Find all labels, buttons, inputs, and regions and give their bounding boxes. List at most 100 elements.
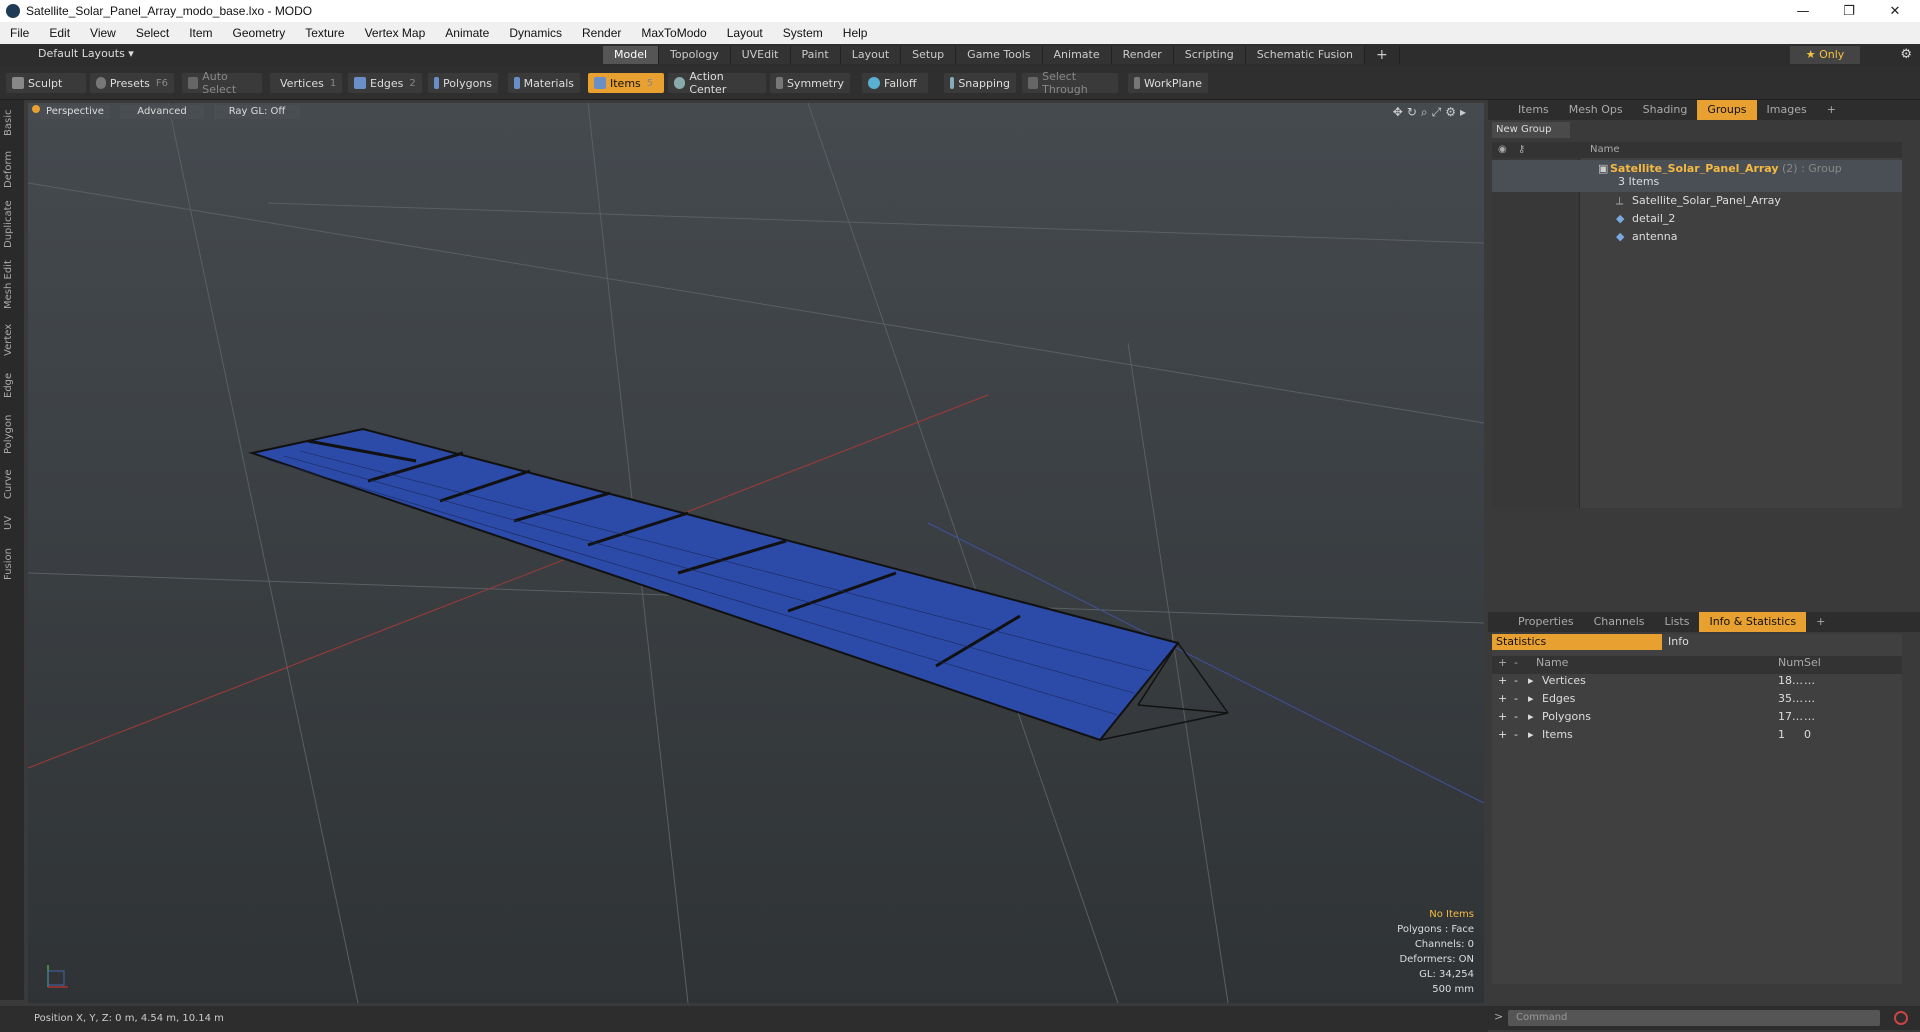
solar-panel-array[interactable]	[248, 427, 1229, 742]
add-tab-icon[interactable]: +	[1365, 46, 1400, 64]
menu-layout[interactable]: Layout	[717, 26, 773, 40]
select-through-button[interactable]: Select Through	[1022, 70, 1118, 96]
gear-icon[interactable]: ⚙	[1900, 47, 1912, 62]
tab-items[interactable]: Items	[1508, 100, 1559, 120]
stats-row[interactable]: + - ▸ Vertices 18… …	[1492, 674, 1902, 692]
add-icon[interactable]: +	[1498, 710, 1507, 723]
ltab-uv[interactable]: UV	[3, 508, 21, 538]
remove-icon[interactable]: -	[1514, 728, 1518, 741]
tab-schematic-fusion[interactable]: Schematic Fusion	[1245, 46, 1366, 64]
add-tab-icon[interactable]: +	[1817, 100, 1846, 120]
menu-dynamics[interactable]: Dynamics	[499, 26, 572, 40]
snapping-button[interactable]: Snapping	[944, 73, 1016, 93]
ltab-duplicate[interactable]: Duplicate	[3, 196, 21, 252]
ltab-curve[interactable]: Curve	[3, 464, 21, 504]
menu-select[interactable]: Select	[126, 26, 179, 40]
viewport-nav-icons[interactable]: ✥↻⌕⤢⚙▸	[1393, 105, 1470, 120]
tab-shading[interactable]: Shading	[1633, 100, 1698, 120]
record-icon[interactable]	[1894, 1011, 1908, 1025]
falloff-button[interactable]: Falloff	[862, 73, 928, 93]
ltab-fusion[interactable]: Fusion	[3, 542, 21, 586]
expand-arrow-icon[interactable]: ▸	[1528, 710, 1534, 723]
add-tab-icon[interactable]: +	[1806, 612, 1835, 632]
tab-mesh-ops[interactable]: Mesh Ops	[1559, 100, 1633, 120]
tab-render[interactable]: Render	[1111, 46, 1174, 64]
polygons-button[interactable]: Polygons	[428, 73, 498, 93]
menu-item[interactable]: Item	[179, 26, 222, 40]
tab-layout[interactable]: Layout	[840, 46, 902, 64]
menu-texture[interactable]: Texture	[295, 26, 354, 40]
ltab-deform[interactable]: Deform	[3, 146, 21, 192]
only-button[interactable]: ★ Only	[1790, 46, 1860, 64]
symmetry-button[interactable]: Symmetry	[770, 73, 850, 93]
tab-scripting[interactable]: Scripting	[1173, 46, 1246, 64]
expand-arrow-icon[interactable]: ▸	[1528, 692, 1534, 705]
tab-properties[interactable]: Properties	[1508, 612, 1584, 632]
tab-model[interactable]: Model	[603, 46, 660, 64]
tab-statistics[interactable]: Statistics	[1492, 634, 1662, 650]
minimize-icon[interactable]: —	[1780, 0, 1826, 22]
remove-icon[interactable]: -	[1514, 674, 1518, 687]
tab-info-statistics[interactable]: Info & Statistics	[1699, 612, 1807, 632]
menu-help[interactable]: Help	[833, 26, 878, 40]
auto-select-button[interactable]: Auto Select	[182, 70, 262, 96]
menu-vertex-map[interactable]: Vertex Map	[355, 26, 436, 40]
tab-lists[interactable]: Lists	[1655, 612, 1700, 632]
raygl-dropdown[interactable]: Ray GL: Off	[214, 105, 300, 119]
menu-view[interactable]: View	[80, 26, 126, 40]
remove-icon[interactable]: -	[1514, 692, 1518, 705]
presets-button[interactable]: Presets F6	[90, 73, 174, 93]
menu-edit[interactable]: Edit	[39, 26, 80, 40]
expand-arrow-icon[interactable]: ▸	[1528, 674, 1534, 687]
stats-row[interactable]: + - ▸ Edges 35… …	[1492, 692, 1902, 710]
tab-game-tools[interactable]: Game Tools	[956, 46, 1043, 64]
materials-button[interactable]: Materials	[508, 73, 580, 93]
menu-animate[interactable]: Animate	[435, 26, 499, 40]
menu-geometry[interactable]: Geometry	[223, 26, 296, 40]
items-button[interactable]: Items 5	[588, 73, 664, 93]
tab-images[interactable]: Images	[1757, 100, 1817, 120]
close-icon[interactable]: ✕	[1872, 0, 1918, 22]
vertices-button[interactable]: Vertices 1	[270, 73, 342, 93]
command-input[interactable]: Command	[1508, 1010, 1880, 1026]
tab-info[interactable]: Info	[1664, 634, 1902, 650]
tab-uvedit[interactable]: UVEdit	[730, 46, 791, 64]
new-group-button[interactable]: New Group	[1492, 122, 1570, 138]
perspective-dropdown[interactable]: Perspective	[40, 105, 110, 119]
tab-animate[interactable]: Animate	[1042, 46, 1112, 64]
tab-setup[interactable]: Setup	[901, 46, 957, 64]
add-icon[interactable]: +	[1498, 674, 1507, 687]
add-icon[interactable]: +	[1498, 692, 1507, 705]
group-child-row[interactable]: ⟂ Satellite_Solar_Panel_Array	[1492, 192, 1902, 210]
collapse-all-icon[interactable]: -	[1514, 656, 1518, 669]
stats-row[interactable]: + - ▸ Items 1 0	[1492, 728, 1902, 746]
viewport-menu-icon[interactable]	[32, 105, 40, 113]
expand-arrow-icon[interactable]: ▸	[1528, 728, 1534, 741]
expand-all-icon[interactable]: +	[1498, 656, 1507, 669]
ltab-basic[interactable]: Basic	[3, 104, 21, 142]
sculpt-button[interactable]: Sculpt	[6, 73, 86, 93]
layout-selector[interactable]: Default Layouts ▾	[38, 47, 134, 60]
tab-paint[interactable]: Paint	[790, 46, 841, 64]
action-center-button[interactable]: Action Center	[668, 70, 766, 96]
advanced-dropdown[interactable]: Advanced	[120, 105, 204, 119]
tab-topology[interactable]: Topology	[659, 46, 731, 64]
workplane-button[interactable]: WorkPlane	[1128, 73, 1208, 93]
stats-row[interactable]: + - ▸ Polygons 17… …	[1492, 710, 1902, 728]
restore-icon[interactable]: ❐	[1826, 0, 1872, 22]
ltab-vertex[interactable]: Vertex	[3, 318, 21, 362]
group-child-row[interactable]: ◆ antenna	[1492, 228, 1902, 246]
tab-channels[interactable]: Channels	[1584, 612, 1655, 632]
ltab-mesh-edit[interactable]: Mesh Edit	[3, 256, 21, 314]
group-child-row[interactable]: ◆ detail_2	[1492, 210, 1902, 228]
remove-icon[interactable]: -	[1514, 710, 1518, 723]
menu-render[interactable]: Render	[572, 26, 631, 40]
ltab-edge[interactable]: Edge	[3, 366, 21, 404]
menu-maxtomodo[interactable]: MaxToModo	[631, 26, 716, 40]
menu-system[interactable]: System	[773, 26, 833, 40]
tab-groups[interactable]: Groups	[1697, 100, 1757, 120]
add-icon[interactable]: +	[1498, 728, 1507, 741]
edges-button[interactable]: Edges 2	[348, 73, 422, 93]
menu-file[interactable]: File	[0, 26, 39, 40]
ltab-polygon[interactable]: Polygon	[3, 408, 21, 460]
